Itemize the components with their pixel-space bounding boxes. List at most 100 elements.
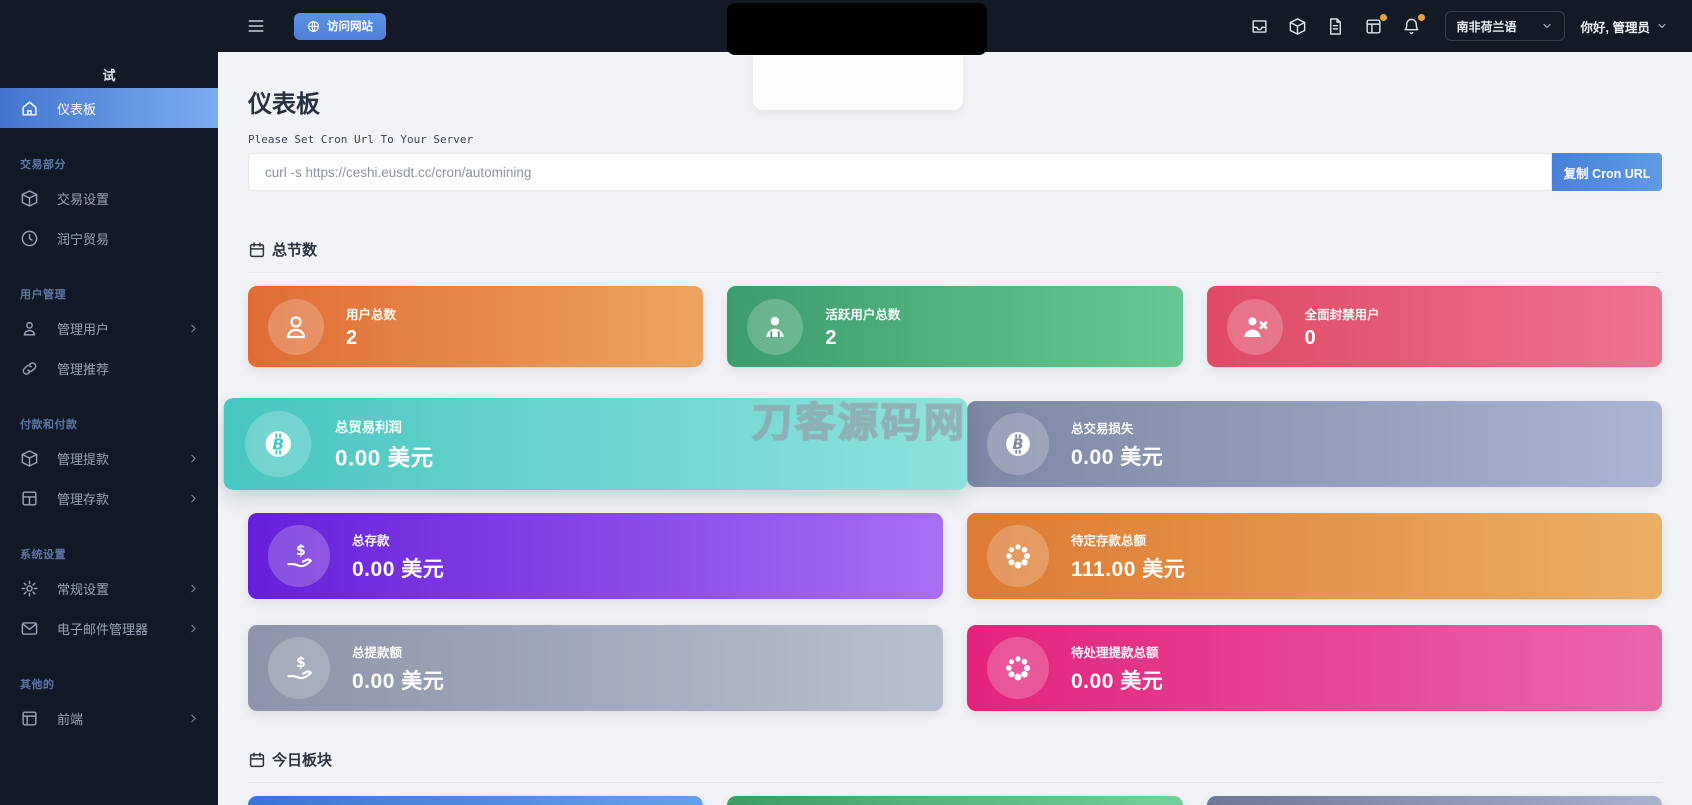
sidebar-item-label: 常规设置 xyxy=(57,579,109,598)
notification-badge xyxy=(1418,14,1425,21)
table-icon xyxy=(20,489,39,508)
chevron-down-icon xyxy=(1656,20,1668,32)
user-outline-icon xyxy=(268,299,324,355)
svg-text:B: B xyxy=(1013,437,1024,453)
stat-card xyxy=(1207,796,1662,805)
stat-label: 总贸易利润 xyxy=(335,416,434,436)
sidebar-item-5[interactable]: 管理用户 xyxy=(0,308,218,348)
stat-card: 用户总数 2 xyxy=(248,286,703,367)
section-heading-label: 今日板块 xyxy=(272,749,332,770)
copy-cron-url-button[interactable]: 复制 Cron URL xyxy=(1552,153,1662,191)
sidebar-section-label: 付款和付款 xyxy=(0,414,218,434)
stat-value: 2 xyxy=(825,327,900,350)
svg-text:$: $ xyxy=(296,543,306,559)
sidebar-item-12[interactable]: 电子邮件管理器 xyxy=(0,608,218,648)
stat-value: 111.00 美元 xyxy=(1071,553,1185,583)
sidebar-item-6[interactable]: 管理推荐 xyxy=(0,348,218,388)
clock-icon xyxy=(20,229,39,248)
sidebar-item-2[interactable]: 交易设置 xyxy=(0,178,218,218)
sidebar-nav: 仪表板交易部分交易设置润宁贸易用户管理管理用户管理推荐付款和付款管理提款管理存款… xyxy=(0,88,218,738)
stat-label: 总提款额 xyxy=(352,642,444,661)
sidebar-item-label: 管理存款 xyxy=(57,489,109,508)
sidebar-item-14[interactable]: 前端 xyxy=(0,698,218,738)
visit-site-label: 访问网站 xyxy=(327,18,373,34)
stat-card: 活跃用户总数 2 xyxy=(727,286,1182,367)
sidebar-item-8[interactable]: 管理提款 xyxy=(0,438,218,478)
stat-card: B 总贸易利润 0.00 美元 xyxy=(224,398,968,490)
chevron-right-icon xyxy=(187,622,200,635)
divider xyxy=(248,782,1662,783)
sidebar: 试 仪表板交易部分交易设置润宁贸易用户管理管理用户管理推荐付款和付款管理提款管理… xyxy=(0,0,218,805)
sidebar-item-0[interactable]: 仪表板 xyxy=(0,88,218,128)
hand-dollar-icon: $ xyxy=(268,637,330,699)
bell-icon[interactable] xyxy=(1393,7,1431,45)
sidebar-item-label: 前端 xyxy=(57,709,83,728)
main-content: 仪表板 Please Set Cron Url To Your Server 复… xyxy=(218,52,1692,805)
stat-value: 0.00 美元 xyxy=(335,440,434,472)
menu-toggle-icon[interactable] xyxy=(246,16,266,36)
sidebar-item-label: 交易设置 xyxy=(57,189,109,208)
chevron-right-icon xyxy=(187,582,200,595)
package-icon[interactable] xyxy=(1279,7,1317,45)
mail-icon xyxy=(20,619,39,638)
stat-card xyxy=(727,796,1182,805)
stat-card: 全面封禁用户0 xyxy=(1207,286,1662,367)
globe-icon xyxy=(307,20,320,33)
language-selected-value: 南非荷兰语 xyxy=(1457,18,1517,35)
cron-note: Please Set Cron Url To Your Server xyxy=(248,133,1662,146)
sidebar-item-label: 电子邮件管理器 xyxy=(57,619,148,638)
user-x-icon xyxy=(1227,299,1283,355)
sidebar-item-label: 润宁贸易 xyxy=(57,229,109,248)
user-icon xyxy=(20,319,39,338)
chevron-right-icon xyxy=(187,322,200,335)
hand-dollar-icon: $ xyxy=(268,525,330,587)
calendar-icon xyxy=(248,241,266,259)
link-icon xyxy=(20,359,39,378)
layout-icon xyxy=(20,709,39,728)
chevron-right-icon xyxy=(187,712,200,725)
inbox-icon[interactable] xyxy=(1241,7,1279,45)
stat-card: 待定存款总额111.00 美元 xyxy=(967,513,1662,599)
gear-icon xyxy=(20,579,39,598)
sidebar-item-11[interactable]: 常规设置 xyxy=(0,568,218,608)
sidebar-item-3[interactable]: 润宁贸易 xyxy=(0,218,218,258)
section-heading-label: 总节数 xyxy=(272,239,317,260)
stat-label: 总存款 xyxy=(352,530,444,549)
user-menu[interactable]: 你好, 管理员 xyxy=(1581,17,1668,36)
divider xyxy=(248,272,1662,273)
sidebar-section-label: 系统设置 xyxy=(0,544,218,564)
stat-card: $ 总存款 0.00 美元 xyxy=(248,513,943,599)
stat-value: 0.00 美元 xyxy=(352,665,444,695)
language-select[interactable]: 南非荷兰语 xyxy=(1445,11,1565,41)
cron-url-input[interactable] xyxy=(248,153,1552,191)
stat-card: 待处理提款总额0.00 美元 xyxy=(967,625,1662,711)
stat-label: 待处理提款总额 xyxy=(1071,642,1163,661)
sidebar-item-label: 管理用户 xyxy=(57,319,109,338)
sidebar-item-label: 管理提款 xyxy=(57,449,109,468)
stat-label: 活跃用户总数 xyxy=(825,304,900,323)
stat-card: B总交易损失0.00 美元 xyxy=(967,401,1662,487)
stat-value: 0.00 美元 xyxy=(1071,441,1163,471)
stat-value: 0 xyxy=(1305,327,1380,350)
bitcoin-icon: B xyxy=(245,411,311,477)
cube-icon xyxy=(20,449,39,468)
stat-value: 2 xyxy=(346,327,396,350)
home-icon xyxy=(20,99,39,118)
section-heading-overview: 总节数 xyxy=(248,239,1662,260)
spinner-icon xyxy=(987,637,1049,699)
sidebar-item-9[interactable]: 管理存款 xyxy=(0,478,218,518)
table-icon[interactable] xyxy=(1355,7,1393,45)
document-icon[interactable] xyxy=(1317,7,1355,45)
chevron-right-icon xyxy=(187,452,200,465)
svg-text:$: $ xyxy=(296,655,306,671)
sidebar-section-label: 其他的 xyxy=(0,674,218,694)
stat-card: $ 总提款额 0.00 美元 xyxy=(248,625,943,711)
user-greeting: 你好, 管理员 xyxy=(1581,17,1650,36)
stat-label: 用户总数 xyxy=(346,304,396,323)
visit-site-button[interactable]: 访问网站 xyxy=(294,13,386,40)
chevron-right-icon xyxy=(187,492,200,505)
calendar-icon xyxy=(248,751,266,769)
sidebar-section-label: 用户管理 xyxy=(0,284,218,304)
stat-value: 0.00 美元 xyxy=(352,553,444,583)
svg-text:B: B xyxy=(272,435,284,453)
